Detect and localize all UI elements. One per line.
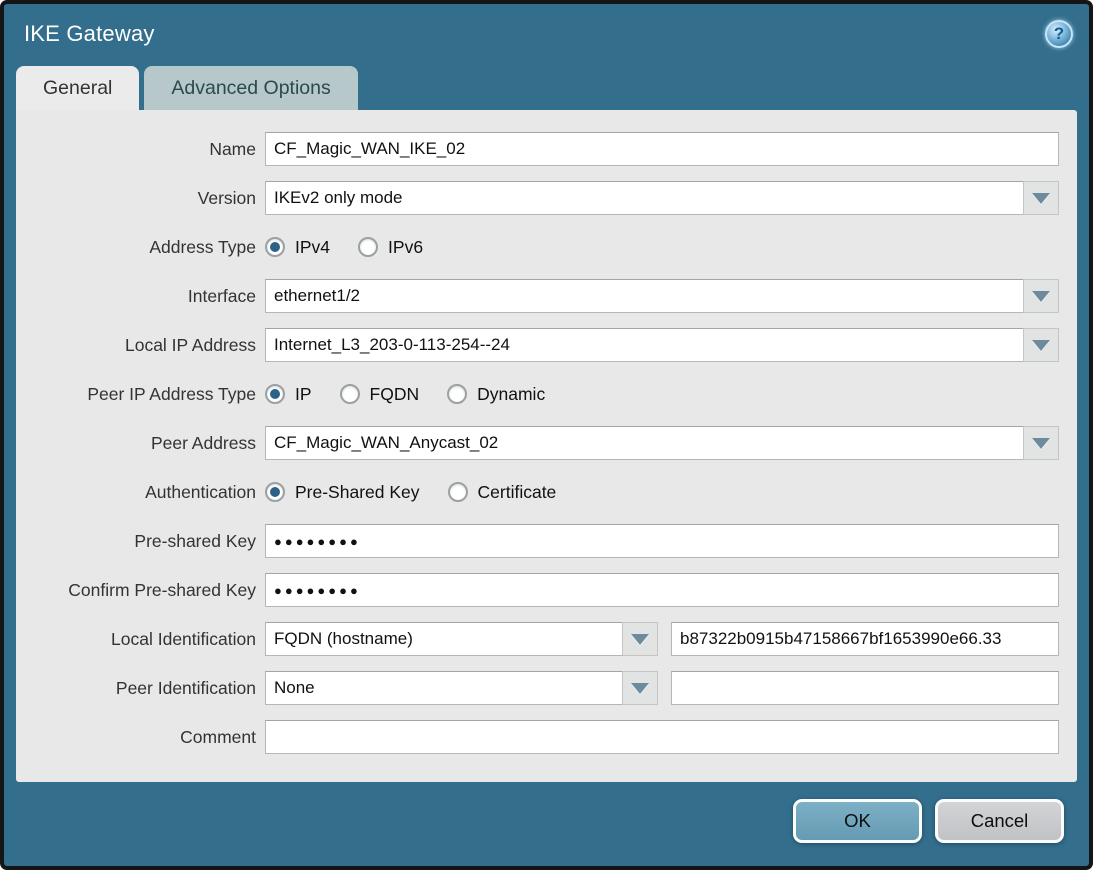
preshared-key-input[interactable] <box>265 524 1059 558</box>
row-name: Name <box>16 132 1059 166</box>
local-identification-select-value[interactable] <box>265 622 622 656</box>
chevron-down-icon <box>1032 438 1050 449</box>
ike-gateway-dialog: IKE Gateway ? General Advanced Options N… <box>0 0 1093 870</box>
chevron-down-icon <box>631 683 649 694</box>
peer-identification-value-input[interactable] <box>671 671 1059 705</box>
radio-certificate[interactable] <box>448 482 468 502</box>
local-ip-label: Local IP Address <box>16 335 265 356</box>
tab-advanced-options-label: Advanced Options <box>171 77 330 100</box>
peer-identification-select[interactable] <box>265 671 658 705</box>
version-label: Version <box>16 188 265 209</box>
interface-dropdown-button[interactable] <box>1023 279 1059 313</box>
peer-identification-select-value[interactable] <box>265 671 622 705</box>
radio-peer-dynamic[interactable] <box>447 384 467 404</box>
name-input[interactable] <box>265 132 1059 166</box>
local-ip-dropdown-button[interactable] <box>1023 328 1059 362</box>
interface-label: Interface <box>16 286 265 307</box>
radio-preshared-key-label: Pre-Shared Key <box>295 482 420 503</box>
row-preshared-key: Pre-shared Key <box>16 524 1059 558</box>
peer-identification-dropdown-button[interactable] <box>622 671 658 705</box>
local-identification-select[interactable] <box>265 622 658 656</box>
comment-input[interactable] <box>265 720 1059 754</box>
chevron-down-icon <box>1032 193 1050 204</box>
tab-general-label: General <box>43 77 112 100</box>
radio-peer-ip[interactable] <box>265 384 285 404</box>
general-tab-panel: Name Version Address Type IPv4 <box>16 110 1077 782</box>
peer-identification-label: Peer Identification <box>16 678 265 699</box>
row-local-ip: Local IP Address <box>16 328 1059 362</box>
confirm-preshared-key-label: Confirm Pre-shared Key <box>16 580 265 601</box>
address-type-label: Address Type <box>16 237 265 258</box>
peer-address-select-value[interactable] <box>265 426 1023 460</box>
radio-ipv4-label: IPv4 <box>295 237 330 258</box>
peer-ip-type-label: Peer IP Address Type <box>16 384 265 405</box>
preshared-key-label: Pre-shared Key <box>16 531 265 552</box>
radio-ipv6-label: IPv6 <box>388 237 423 258</box>
local-ip-select-value[interactable] <box>265 328 1023 362</box>
local-identification-value-input[interactable] <box>671 622 1059 656</box>
radio-ipv6[interactable] <box>358 237 378 257</box>
radio-peer-fqdn-label: FQDN <box>370 384 420 405</box>
row-address-type: Address Type IPv4 IPv6 <box>16 230 1059 264</box>
local-ip-select[interactable] <box>265 328 1059 362</box>
row-version: Version <box>16 181 1059 215</box>
chevron-down-icon <box>1032 291 1050 302</box>
help-glyph: ? <box>1054 24 1064 44</box>
authentication-label: Authentication <box>16 482 265 503</box>
radio-peer-ip-label: IP <box>295 384 312 405</box>
tab-general[interactable]: General <box>16 66 139 110</box>
radio-certificate-label: Certificate <box>478 482 557 503</box>
row-interface: Interface <box>16 279 1059 313</box>
interface-select[interactable] <box>265 279 1059 313</box>
comment-label: Comment <box>16 727 265 748</box>
title-bar: IKE Gateway ? <box>4 4 1089 64</box>
radio-ipv4[interactable] <box>265 237 285 257</box>
row-authentication: Authentication Pre-Shared Key Certificat… <box>16 475 1059 509</box>
local-identification-dropdown-button[interactable] <box>622 622 658 656</box>
row-peer-identification: Peer Identification <box>16 671 1059 705</box>
row-peer-ip-type: Peer IP Address Type IP FQDN Dynamic <box>16 377 1059 411</box>
peer-address-dropdown-button[interactable] <box>1023 426 1059 460</box>
version-dropdown-button[interactable] <box>1023 181 1059 215</box>
local-identification-label: Local Identification <box>16 629 265 650</box>
radio-peer-fqdn[interactable] <box>340 384 360 404</box>
chevron-down-icon <box>1032 340 1050 351</box>
row-comment: Comment <box>16 720 1059 754</box>
dialog-footer: OK Cancel <box>4 782 1089 843</box>
version-select-value[interactable] <box>265 181 1023 215</box>
radio-preshared-key[interactable] <box>265 482 285 502</box>
tab-bar: General Advanced Options <box>4 64 1089 110</box>
peer-address-select[interactable] <box>265 426 1059 460</box>
version-select[interactable] <box>265 181 1059 215</box>
row-confirm-preshared-key: Confirm Pre-shared Key <box>16 573 1059 607</box>
name-label: Name <box>16 139 265 160</box>
tab-advanced-options[interactable]: Advanced Options <box>144 66 357 110</box>
dialog-title: IKE Gateway <box>24 21 1045 47</box>
interface-select-value[interactable] <box>265 279 1023 313</box>
chevron-down-icon <box>631 634 649 645</box>
radio-peer-dynamic-label: Dynamic <box>477 384 545 405</box>
row-peer-address: Peer Address <box>16 426 1059 460</box>
help-icon[interactable]: ? <box>1045 20 1073 48</box>
peer-address-label: Peer Address <box>16 433 265 454</box>
confirm-preshared-key-input[interactable] <box>265 573 1059 607</box>
row-local-identification: Local Identification <box>16 622 1059 656</box>
ok-button[interactable]: OK <box>793 799 922 843</box>
cancel-button[interactable]: Cancel <box>935 799 1064 843</box>
